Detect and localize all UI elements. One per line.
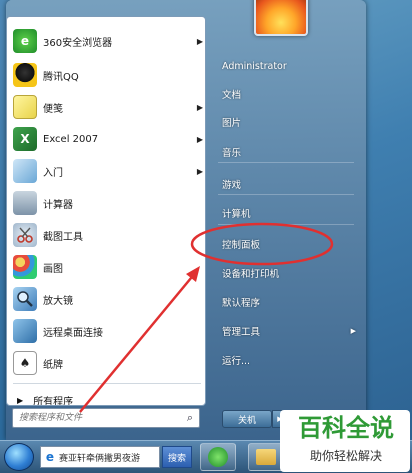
- calculator-icon: [13, 191, 37, 215]
- shutdown-button[interactable]: 关机: [222, 410, 272, 428]
- address-text: 赛亚轩牵俩撇男夜游: [59, 453, 141, 464]
- right-item-documents[interactable]: 文档: [212, 82, 360, 106]
- program-item-excel[interactable]: X Excel 2007 ▶: [7, 123, 205, 155]
- right-item-label: 运行...: [222, 356, 251, 367]
- right-item-administrator[interactable]: Administrator: [212, 54, 360, 78]
- solitaire-icon: ♠: [13, 351, 37, 375]
- program-label: 计算器: [43, 199, 73, 211]
- folder-icon: [256, 449, 276, 465]
- program-item-remote-desktop[interactable]: 远程桌面连接: [7, 315, 205, 347]
- right-item-label: 控制面板: [222, 240, 261, 251]
- chevron-right-icon: ▶: [196, 102, 204, 112]
- program-item-snipping-tool[interactable]: 截图工具: [7, 219, 205, 251]
- start-menu-places-pane: Administrator 文档 图片 音乐 游戏 计算机 控制面板 设备和打印…: [212, 38, 362, 428]
- chevron-right-icon: ▶: [196, 166, 204, 176]
- program-item-360-browser[interactable]: e 360安全浏览器 ▶: [7, 25, 205, 57]
- watermark-subtitle: 助你轻松解决: [309, 449, 382, 463]
- program-item-sticky-notes[interactable]: 便笺 ▶: [7, 91, 205, 123]
- program-label: 远程桌面连接: [43, 327, 103, 339]
- ie-icon: e: [45, 450, 55, 464]
- divider: [13, 383, 201, 384]
- program-label: 腾讯QQ: [43, 71, 79, 83]
- program-label: Excel 2007: [43, 133, 99, 145]
- search-input[interactable]: [13, 410, 181, 426]
- browser-360-icon: [208, 447, 228, 467]
- program-item-getting-started[interactable]: 入门 ▶: [7, 155, 205, 187]
- taskbar-address-bar[interactable]: e 赛亚轩牵俩撇男夜游: [40, 446, 160, 468]
- right-item-label: Administrator: [222, 60, 287, 72]
- chevron-right-icon: ▶: [350, 327, 356, 335]
- right-item-admin-tools[interactable]: 管理工具 ▶: [212, 319, 360, 343]
- right-item-devices-printers[interactable]: 设备和打印机: [212, 261, 360, 285]
- right-item-label: 音乐: [222, 148, 242, 159]
- watermark-title: 百科全说: [298, 414, 394, 442]
- excel-icon: X: [13, 127, 37, 151]
- taskbar-browser-button[interactable]: [200, 443, 236, 471]
- paint-icon: [13, 255, 37, 279]
- right-item-label: 文档: [222, 90, 242, 101]
- right-item-label: 设备和打印机: [222, 269, 280, 280]
- chevron-right-icon: ▶: [196, 36, 204, 46]
- program-item-magnifier[interactable]: 放大镜: [7, 283, 205, 315]
- right-item-label: 默认程序: [222, 298, 261, 309]
- right-item-music[interactable]: 音乐: [212, 140, 360, 164]
- right-item-games[interactable]: 游戏: [212, 172, 360, 196]
- right-item-pictures[interactable]: 图片: [212, 110, 360, 134]
- divider: [218, 194, 354, 195]
- right-item-default-programs[interactable]: 默认程序: [212, 290, 360, 314]
- start-search-box[interactable]: ⌕: [12, 408, 200, 428]
- taskbar-explorer-button[interactable]: [248, 443, 284, 471]
- remote-desktop-icon: [13, 319, 37, 343]
- program-item-paint[interactable]: 画图: [7, 251, 205, 283]
- user-picture[interactable]: [254, 0, 308, 36]
- divider: [218, 162, 354, 163]
- right-item-label: 图片: [222, 118, 242, 129]
- program-label: 纸牌: [43, 359, 63, 371]
- right-item-label: 计算机: [222, 209, 251, 220]
- triangle-right-icon: ▶: [17, 395, 24, 405]
- magnifier-icon: [13, 287, 37, 311]
- search-icon[interactable]: ⌕: [181, 411, 199, 425]
- snipping-tool-icon: [13, 223, 37, 247]
- program-label: 便笺: [43, 103, 63, 115]
- program-label: 放大镜: [43, 295, 73, 307]
- program-item-solitaire[interactable]: ♠ 纸牌: [7, 347, 205, 379]
- right-item-label: 管理工具: [222, 327, 261, 338]
- program-item-calculator[interactable]: 计算器: [7, 187, 205, 219]
- qq-icon: [13, 63, 37, 87]
- program-label: 截图工具: [43, 231, 83, 243]
- program-label: 入门: [43, 167, 63, 179]
- right-item-label: 游戏: [222, 180, 242, 191]
- browser-360-icon: e: [13, 29, 37, 53]
- start-orb-button[interactable]: [4, 443, 34, 471]
- start-menu-programs-pane: e 360安全浏览器 ▶ 腾讯QQ 便笺 ▶ X Excel 2007 ▶ 入门…: [6, 16, 206, 406]
- getting-started-icon: [13, 159, 37, 183]
- chevron-right-icon: ▶: [196, 134, 204, 144]
- right-item-run[interactable]: 运行...: [212, 348, 360, 372]
- program-label: 画图: [43, 263, 63, 275]
- sticky-notes-icon: [13, 95, 37, 119]
- divider: [218, 224, 354, 225]
- program-label: 360安全浏览器: [43, 37, 113, 49]
- right-item-control-panel[interactable]: 控制面板: [212, 232, 360, 256]
- right-item-computer[interactable]: 计算机: [212, 201, 360, 225]
- program-item-qq[interactable]: 腾讯QQ: [7, 59, 205, 91]
- all-programs-label: 所有程序: [33, 396, 74, 406]
- taskbar-search-button[interactable]: 搜索: [162, 446, 192, 468]
- all-programs-item[interactable]: ▶ 所有程序: [7, 389, 205, 406]
